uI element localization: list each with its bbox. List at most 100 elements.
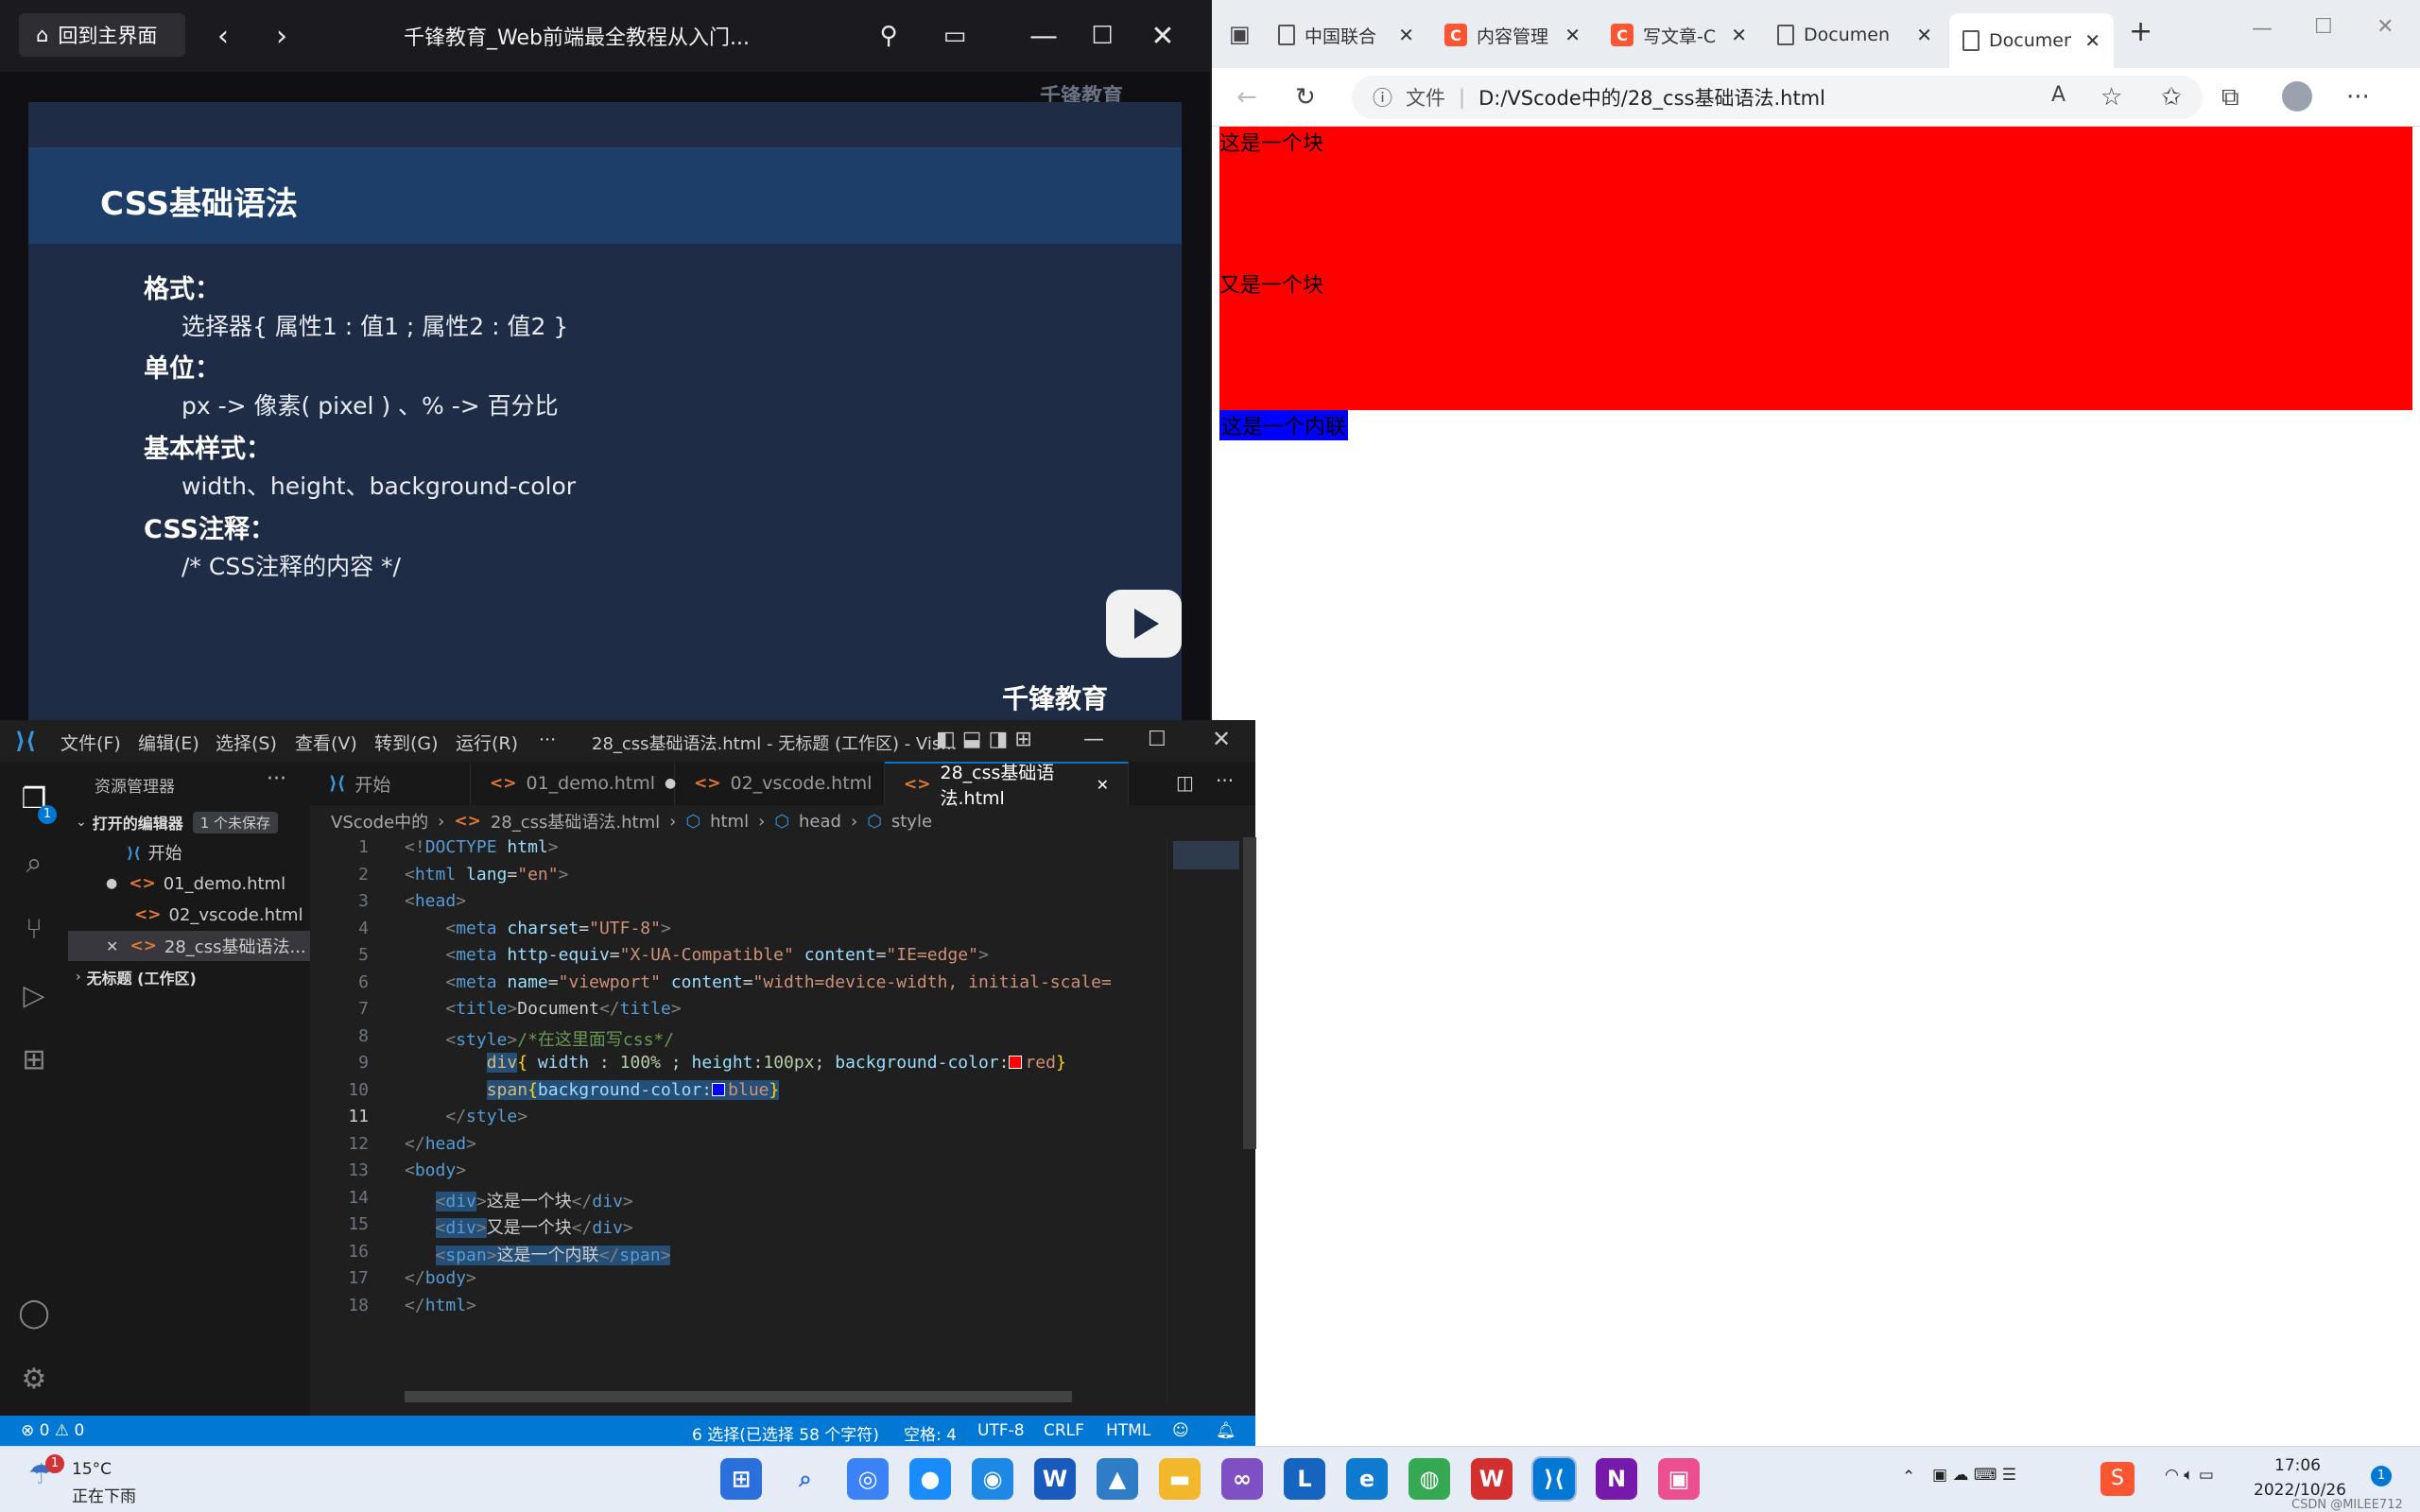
clock-date[interactable]: 2022/10/26 — [2254, 1481, 2346, 1500]
wps-icon[interactable]: W — [1471, 1458, 1512, 1500]
breadcrumb-item[interactable]: 28_css基础语法.html — [491, 809, 660, 833]
breadcrumb-item[interactable]: VScode中的 — [331, 809, 428, 833]
layout-toggle-icons[interactable]: ◧ ⬓ ◨ ⊞ — [936, 728, 1032, 751]
word-icon[interactable]: W — [1034, 1458, 1076, 1500]
minimize-icon[interactable]: — — [1025, 17, 1063, 55]
file-explorer-icon[interactable]: ▬ — [1159, 1458, 1201, 1500]
browser-tab[interactable]: Documen ✕ — [1764, 13, 1945, 57]
browser-tab[interactable]: Documen ✕ — [1949, 13, 2114, 68]
tv-play-icon[interactable] — [1106, 590, 1182, 658]
minimap[interactable] — [1167, 837, 1256, 1404]
new-tab-icon[interactable]: + — [2129, 15, 2152, 48]
menu-item[interactable]: 运行(R) — [456, 730, 518, 755]
open-editor-item[interactable]: <> 02_vscode.html — [68, 900, 310, 930]
browser-minimize-icon[interactable]: — — [2252, 17, 2273, 41]
problems-indicator[interactable]: ⊗ 0 ⚠ 0 — [21, 1421, 84, 1440]
close-tab-icon[interactable]: ✕ — [1564, 24, 1581, 46]
maximize-icon[interactable]: ☐ — [1083, 17, 1121, 55]
app-icon-1[interactable]: ◎ — [847, 1458, 889, 1500]
favorite-add-icon[interactable]: ☆ — [2100, 83, 2122, 112]
settings-gear-icon[interactable]: ⚙ — [17, 1363, 51, 1397]
vscode-maximize-icon[interactable]: ☐ — [1148, 728, 1167, 751]
feedback-icon[interactable]: ☺ — [1172, 1421, 1189, 1440]
split-editor-icon[interactable]: ◫ — [1176, 771, 1194, 794]
bilibili-icon[interactable]: ▣ — [1658, 1458, 1700, 1500]
open-editor-item[interactable]: ● <> 01_demo.html — [68, 868, 310, 899]
browser-close-icon[interactable]: ✕ — [2377, 15, 2394, 39]
tab-28-css[interactable]: <> 28_css基础语法.html ✕ — [885, 762, 1129, 809]
profile-avatar[interactable] — [2282, 81, 2312, 112]
read-aloud-icon[interactable]: A — [2051, 83, 2066, 107]
close-tab-icon[interactable]: ✕ — [1731, 24, 1747, 46]
tab-01-demo[interactable]: <> 01_demo.html ● — [471, 762, 676, 805]
browser-tab[interactable]: C 写文章-C ✕ — [1598, 13, 1760, 57]
start-icon[interactable]: ⊞ — [720, 1458, 762, 1500]
back-icon[interactable]: ‹ — [204, 17, 242, 55]
back-arrow-icon[interactable]: ← — [1236, 83, 1257, 112]
indent-indicator[interactable]: 空格: 4 — [904, 1421, 957, 1445]
open-editor-item-active[interactable]: ✕ <> 28_css基础语法... — [68, 931, 310, 961]
close-tab-icon[interactable]: ✕ — [1916, 24, 1932, 46]
tab-02-vscode[interactable]: <> 02_vscode.html — [675, 762, 885, 805]
breadcrumb-item[interactable]: style — [891, 812, 932, 832]
language-indicator[interactable]: HTML — [1106, 1421, 1150, 1440]
open-editors-header[interactable]: ⌄ 打开的编辑器 1 个未保存 — [68, 807, 310, 837]
workspace-header[interactable]: › 无标题 (工作区) — [68, 962, 310, 992]
minimap-slider[interactable] — [1173, 841, 1239, 869]
menu-item[interactable]: ··· — [539, 730, 556, 750]
vertical-scrollbar[interactable] — [1243, 837, 1256, 1149]
breadcrumb-item[interactable]: head — [799, 812, 841, 832]
vscode-taskbar-icon[interactable]: ⟩⟨ — [1531, 1456, 1577, 1502]
notification-badge[interactable]: 1 — [2371, 1466, 2392, 1486]
close-tab-icon[interactable]: ✕ — [1398, 24, 1414, 46]
app-icon-3[interactable]: ◉ — [972, 1458, 1013, 1500]
pin-icon[interactable]: ⚲ — [870, 17, 908, 55]
extensions-icon[interactable]: ⊞ — [17, 1043, 51, 1077]
more-icon[interactable]: ··· — [2346, 83, 2370, 112]
app-icon-2[interactable]: ● — [909, 1458, 951, 1500]
close-tab-icon[interactable]: ✕ — [2084, 29, 2100, 52]
menu-item[interactable]: 文件(F) — [60, 730, 121, 755]
vscode-minimize-icon[interactable]: — — [1083, 728, 1104, 751]
run-debug-icon[interactable]: ▷ — [17, 979, 51, 1013]
open-editor-item[interactable]: ⟩⟨ 开始 — [68, 837, 310, 868]
photos-icon[interactable]: ▲ — [1097, 1458, 1138, 1500]
encoding-indicator[interactable]: UTF-8 — [977, 1421, 1025, 1440]
tray-icons[interactable]: ▣ ☁ ⌨ ☰ — [1932, 1466, 2016, 1485]
chrome-icon[interactable]: ◍ — [1409, 1458, 1450, 1500]
close-tab-icon[interactable]: ✕ — [1097, 776, 1109, 794]
url-bar[interactable]: ⓘ 文件 | D:/VScode中的/28_css基础语法.html — [1352, 76, 2203, 119]
tab-start[interactable]: ⟩⟨ 开始 — [310, 762, 471, 805]
forward-icon[interactable]: › — [263, 17, 301, 55]
onenote-icon[interactable]: N — [1596, 1458, 1637, 1500]
close-icon[interactable]: ✕ — [1144, 17, 1182, 55]
close-editor-icon[interactable]: ✕ — [106, 937, 118, 955]
breadcrumb-item[interactable]: html — [710, 812, 749, 832]
browser-maximize-icon[interactable]: ☐ — [2314, 15, 2333, 39]
search-taskbar-icon[interactable]: ⌕ — [785, 1458, 826, 1500]
menu-item[interactable]: 选择(S) — [216, 730, 277, 755]
visual-studio-icon[interactable]: ∞ — [1221, 1458, 1263, 1500]
explorer-more-icon[interactable]: ··· — [267, 767, 286, 791]
code-editor[interactable]: 1 2 3 4 5 6 7 8 9 10 11 12 13 14 15 16 17 18 <!DOCTYPE ht… — [310, 837, 1161, 1404]
menu-item[interactable]: 转到(G) — [374, 730, 439, 755]
collections-icon[interactable]: ⧉ — [2221, 83, 2239, 112]
eol-indicator[interactable]: CRLF — [1044, 1421, 1084, 1440]
tab-actions-icon[interactable]: ▣ — [1229, 21, 1251, 47]
menu-item[interactable]: 编辑(E) — [138, 730, 199, 755]
browser-tab[interactable]: 中国联合 ✕ — [1265, 13, 1427, 57]
source-control-icon[interactable]: ⑂ — [17, 913, 51, 947]
network-volume-battery-icons[interactable]: ◠ 🔈︎ ▭ — [2165, 1466, 2214, 1485]
app-icon-l[interactable]: L — [1284, 1458, 1325, 1500]
vscode-close-icon[interactable]: ✕ — [1212, 726, 1231, 752]
bell-icon[interactable]: 🔔︎ — [1216, 1421, 1236, 1440]
clock-time[interactable]: 17:06 — [2274, 1456, 2321, 1475]
account-icon[interactable]: ◯ — [17, 1297, 51, 1331]
horizontal-scrollbar[interactable] — [405, 1391, 1072, 1402]
home-button[interactable]: ⌂ 回到主界面 — [19, 13, 185, 57]
refresh-icon[interactable]: ↻ — [1295, 83, 1316, 112]
selection-indicator[interactable]: 6 选择(已选择 58 个字符) — [692, 1421, 879, 1445]
tray-overflow-icon[interactable]: ⌃ — [1902, 1468, 1915, 1486]
search-icon[interactable]: ⌕ — [17, 847, 51, 881]
menu-item[interactable]: 查看(V) — [295, 730, 357, 755]
